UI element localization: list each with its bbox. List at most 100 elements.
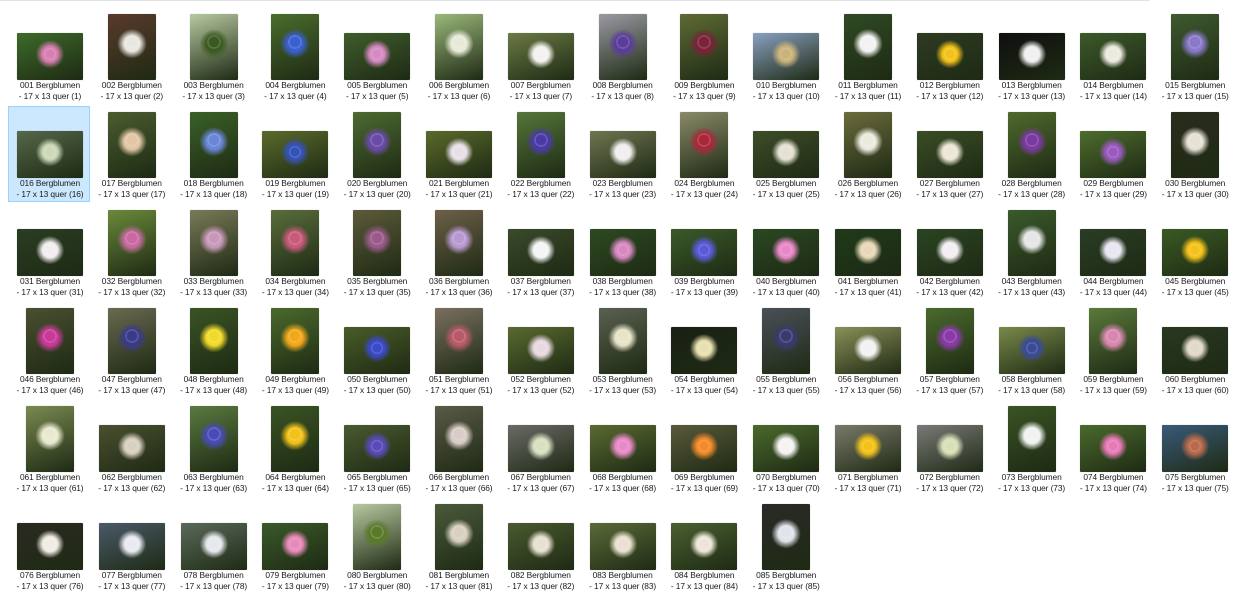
file-item[interactable]: 078 Bergblumen - 17 x 13 quer (78) [172, 498, 254, 594]
file-item[interactable]: 054 Bergblumen - 17 x 13 quer (54) [662, 302, 744, 398]
file-item[interactable]: 071 Bergblumen - 17 x 13 quer (71) [826, 400, 908, 496]
file-item[interactable]: 023 Bergblumen - 17 x 13 quer (23) [581, 106, 663, 202]
file-item[interactable]: 066 Bergblumen - 17 x 13 quer (66) [417, 400, 499, 496]
image-thumbnail [916, 131, 983, 178]
file-item[interactable]: 012 Bergblumen - 17 x 13 quer (12) [908, 8, 990, 104]
flower-icon [288, 537, 303, 551]
file-item[interactable]: 074 Bergblumen - 17 x 13 quer (74) [1071, 400, 1153, 496]
file-item[interactable]: 080 Bergblumen - 17 x 13 quer (80) [335, 498, 417, 594]
file-item[interactable]: 077 Bergblumen - 17 x 13 quer (77) [90, 498, 172, 594]
file-item[interactable]: 069 Bergblumen - 17 x 13 quer (69) [662, 400, 744, 496]
file-item[interactable]: 053 Bergblumen - 17 x 13 quer (53) [581, 302, 663, 398]
file-name-label: 055 Bergblumen - 17 x 13 quer (55) [752, 374, 820, 395]
file-item[interactable]: 044 Bergblumen - 17 x 13 quer (44) [1071, 204, 1153, 300]
file-item[interactable]: 067 Bergblumen - 17 x 13 quer (67) [499, 400, 581, 496]
file-item[interactable]: 031 Bergblumen - 17 x 13 quer (31) [8, 204, 90, 300]
file-item[interactable]: 073 Bergblumen - 17 x 13 quer (73) [990, 400, 1072, 496]
image-thumbnail [762, 308, 811, 374]
file-item[interactable]: 013 Bergblumen - 17 x 13 quer (13) [990, 8, 1072, 104]
file-item[interactable]: 024 Bergblumen - 17 x 13 quer (24) [662, 106, 744, 202]
file-item[interactable]: 041 Bergblumen - 17 x 13 quer (41) [826, 204, 908, 300]
file-item[interactable]: 049 Bergblumen - 17 x 13 quer (49) [253, 302, 335, 398]
file-item[interactable]: 028 Bergblumen - 17 x 13 quer (28) [990, 106, 1072, 202]
file-item[interactable]: 005 Bergblumen - 17 x 13 quer (5) [335, 8, 417, 104]
file-item[interactable]: 020 Bergblumen - 17 x 13 quer (20) [335, 106, 417, 202]
file-name-label: 065 Bergblumen - 17 x 13 quer (65) [343, 472, 411, 493]
file-item[interactable]: 050 Bergblumen - 17 x 13 quer (50) [335, 302, 417, 398]
thumbnail-frame [1072, 403, 1154, 472]
file-item[interactable]: 036 Bergblumen - 17 x 13 quer (36) [417, 204, 499, 300]
flower-icon [451, 524, 467, 540]
file-item[interactable]: 007 Bergblumen - 17 x 13 quer (7) [499, 8, 581, 104]
file-item[interactable]: 051 Bergblumen - 17 x 13 quer (51) [417, 302, 499, 398]
file-item[interactable]: 085 Bergblumen - 17 x 13 quer (85) [744, 498, 826, 594]
file-item[interactable]: 014 Bergblumen - 17 x 13 quer (14) [1071, 8, 1153, 104]
file-item[interactable]: 082 Bergblumen - 17 x 13 quer (82) [499, 498, 581, 594]
file-item[interactable]: 040 Bergblumen - 17 x 13 quer (40) [744, 204, 826, 300]
file-item[interactable]: 025 Bergblumen - 17 x 13 quer (25) [744, 106, 826, 202]
file-item[interactable]: 072 Bergblumen - 17 x 13 quer (72) [908, 400, 990, 496]
file-item[interactable]: 075 Bergblumen - 17 x 13 quer (75) [1153, 400, 1235, 496]
file-item[interactable]: 063 Bergblumen - 17 x 13 quer (63) [172, 400, 254, 496]
image-thumbnail [589, 229, 656, 276]
file-item[interactable]: 030 Bergblumen - 17 x 13 quer (30) [1153, 106, 1235, 202]
file-item[interactable]: 022 Bergblumen - 17 x 13 quer (22) [499, 106, 581, 202]
file-item[interactable]: 011 Bergblumen - 17 x 13 quer (11) [826, 8, 908, 104]
file-item[interactable]: 038 Bergblumen - 17 x 13 quer (38) [581, 204, 663, 300]
file-item[interactable]: 060 Bergblumen - 17 x 13 quer (60) [1153, 302, 1235, 398]
image-thumbnail [435, 210, 483, 276]
file-item[interactable]: 057 Bergblumen - 17 x 13 quer (57) [908, 302, 990, 398]
file-item[interactable]: 015 Bergblumen - 17 x 13 quer (15) [1153, 8, 1235, 104]
file-item[interactable]: 019 Bergblumen - 17 x 13 quer (19) [253, 106, 335, 202]
file-item[interactable]: 033 Bergblumen - 17 x 13 quer (33) [172, 204, 254, 300]
file-item[interactable]: 081 Bergblumen - 17 x 13 quer (81) [417, 498, 499, 594]
file-item[interactable]: 055 Bergblumen - 17 x 13 quer (55) [744, 302, 826, 398]
file-item[interactable]: 026 Bergblumen - 17 x 13 quer (26) [826, 106, 908, 202]
file-item[interactable]: 035 Bergblumen - 17 x 13 quer (35) [335, 204, 417, 300]
file-item[interactable]: 062 Bergblumen - 17 x 13 quer (62) [90, 400, 172, 496]
file-item[interactable]: 068 Bergblumen - 17 x 13 quer (68) [581, 400, 663, 496]
file-item[interactable]: 003 Bergblumen - 17 x 13 quer (3) [172, 8, 254, 104]
file-item[interactable]: 009 Bergblumen - 17 x 13 quer (9) [662, 8, 744, 104]
file-item[interactable]: 037 Bergblumen - 17 x 13 quer (37) [499, 204, 581, 300]
file-item[interactable]: 070 Bergblumen - 17 x 13 quer (70) [744, 400, 826, 496]
file-item[interactable]: 004 Bergblumen - 17 x 13 quer (4) [253, 8, 335, 104]
file-item[interactable]: 006 Bergblumen - 17 x 13 quer (6) [417, 8, 499, 104]
file-item[interactable]: 058 Bergblumen - 17 x 13 quer (58) [990, 302, 1072, 398]
file-item[interactable]: 052 Bergblumen - 17 x 13 quer (52) [499, 302, 581, 398]
file-item[interactable]: 079 Bergblumen - 17 x 13 quer (79) [253, 498, 335, 594]
file-item[interactable]: 046 Bergblumen - 17 x 13 quer (46) [8, 302, 90, 398]
image-thumbnail [1007, 406, 1056, 472]
file-item[interactable]: 084 Bergblumen - 17 x 13 quer (84) [662, 498, 744, 594]
file-item[interactable]: 001 Bergblumen - 17 x 13 quer (1) [8, 8, 90, 104]
file-item[interactable]: 059 Bergblumen - 17 x 13 quer (59) [1071, 302, 1153, 398]
file-item[interactable]: 016 Bergblumen - 17 x 13 quer (16) [8, 106, 90, 202]
file-item[interactable]: 008 Bergblumen - 17 x 13 quer (8) [581, 8, 663, 104]
file-item[interactable]: 047 Bergblumen - 17 x 13 quer (47) [90, 302, 172, 398]
file-item[interactable]: 048 Bergblumen - 17 x 13 quer (48) [172, 302, 254, 398]
file-item[interactable]: 021 Bergblumen - 17 x 13 quer (21) [417, 106, 499, 202]
file-item[interactable]: 056 Bergblumen - 17 x 13 quer (56) [826, 302, 908, 398]
file-item[interactable]: 065 Bergblumen - 17 x 13 quer (65) [335, 400, 417, 496]
file-item[interactable]: 029 Bergblumen - 17 x 13 quer (29) [1071, 106, 1153, 202]
file-item[interactable]: 083 Bergblumen - 17 x 13 quer (83) [581, 498, 663, 594]
file-item[interactable]: 032 Bergblumen - 17 x 13 quer (32) [90, 204, 172, 300]
flower-icon [451, 328, 467, 344]
thumbnail-frame [1072, 207, 1154, 276]
file-item[interactable]: 027 Bergblumen - 17 x 13 quer (27) [908, 106, 990, 202]
file-item[interactable]: 039 Bergblumen - 17 x 13 quer (39) [662, 204, 744, 300]
file-item[interactable]: 018 Bergblumen - 17 x 13 quer (18) [172, 106, 254, 202]
image-thumbnail [435, 308, 483, 374]
file-item[interactable]: 017 Bergblumen - 17 x 13 quer (17) [90, 106, 172, 202]
flower-icon [1106, 439, 1121, 453]
file-item[interactable]: 043 Bergblumen - 17 x 13 quer (43) [990, 204, 1072, 300]
file-item[interactable]: 010 Bergblumen - 17 x 13 quer (10) [744, 8, 826, 104]
file-item[interactable]: 042 Bergblumen - 17 x 13 quer (42) [908, 204, 990, 300]
file-item[interactable]: 061 Bergblumen - 17 x 13 quer (61) [8, 400, 90, 496]
file-item[interactable]: 076 Bergblumen - 17 x 13 quer (76) [8, 498, 90, 594]
file-item[interactable]: 045 Bergblumen - 17 x 13 quer (45) [1153, 204, 1235, 300]
file-item[interactable]: 064 Bergblumen - 17 x 13 quer (64) [253, 400, 335, 496]
file-item[interactable]: 002 Bergblumen - 17 x 13 quer (2) [90, 8, 172, 104]
file-name-label: 059 Bergblumen - 17 x 13 quer (59) [1079, 374, 1147, 395]
file-item[interactable]: 034 Bergblumen - 17 x 13 quer (34) [253, 204, 335, 300]
